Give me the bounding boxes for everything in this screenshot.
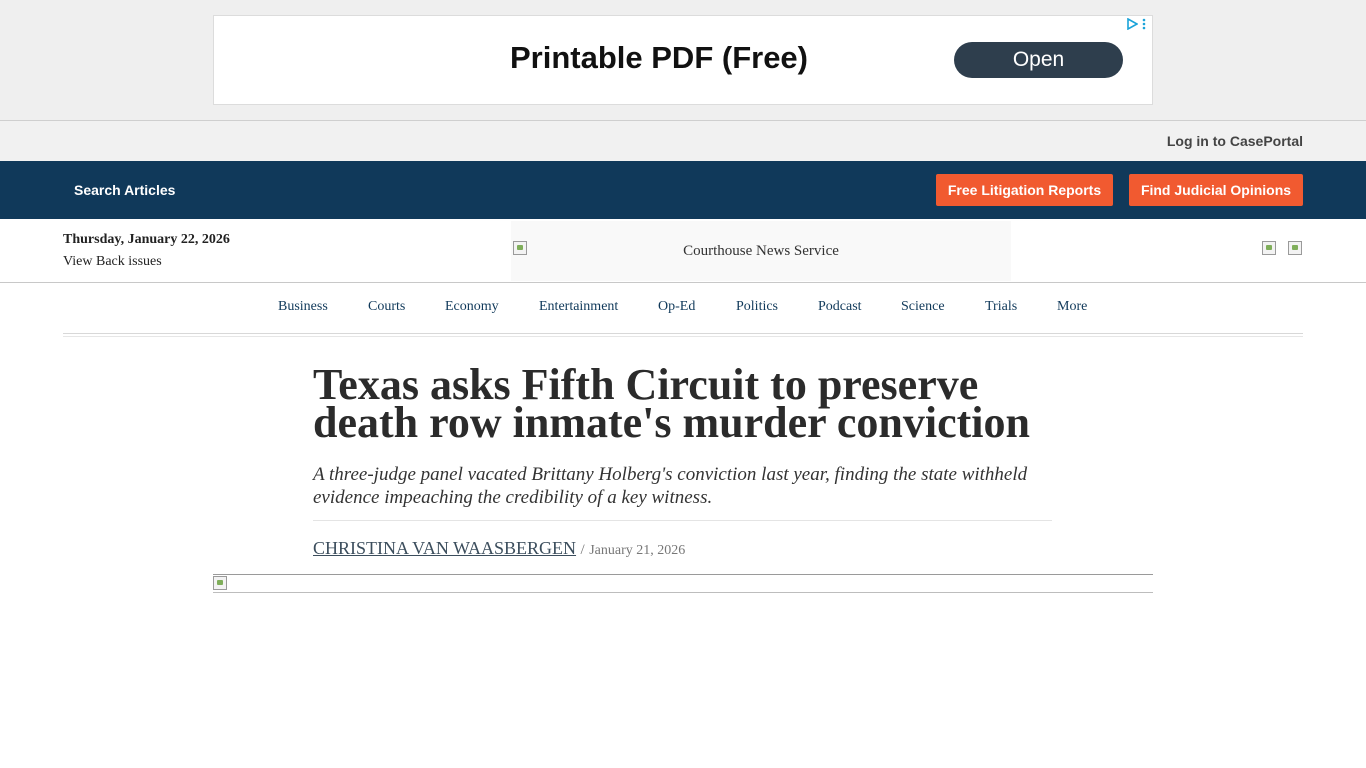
adchoice-play-icon[interactable]: [1126, 18, 1138, 30]
current-date: Thursday, January 22, 2026: [63, 232, 230, 247]
nav-item-trials[interactable]: Trials: [985, 299, 1017, 315]
main-navbar: Search Articles Free Litigation Reports …: [0, 161, 1366, 219]
ad-box[interactable]: Printable PDF (Free) Open: [213, 15, 1153, 105]
search-articles-link[interactable]: Search Articles: [74, 182, 175, 198]
nav-item-politics[interactable]: Politics: [736, 299, 778, 315]
social-icon-2[interactable]: [1288, 241, 1302, 255]
article-headline: Texas asks Fifth Circuit to preserve dea…: [313, 360, 1030, 447]
broken-image-icon: [513, 241, 527, 255]
masthead: Thursday, January 22, 2026 View Back iss…: [0, 219, 1366, 283]
social-icon-1[interactable]: [1262, 241, 1276, 255]
ad-headline[interactable]: Printable PDF (Free): [510, 40, 808, 76]
publish-date: January 21, 2026: [589, 543, 686, 558]
nav-item-science[interactable]: Science: [901, 299, 945, 315]
nav-item-economy[interactable]: Economy: [445, 299, 499, 315]
logo-alt-text: Courthouse News Service: [683, 242, 839, 259]
ad-banner-area: Printable PDF (Free) Open: [0, 0, 1366, 121]
nav-item-entertainment[interactable]: Entertainment: [539, 299, 618, 315]
sections-nav: Business Courts Economy Entertainment Op…: [63, 283, 1303, 334]
nav-item-courts[interactable]: Courts: [368, 299, 405, 315]
find-judicial-opinions-button[interactable]: Find Judicial Opinions: [1129, 174, 1303, 206]
top-utility-bar: Log in to CasePortal: [0, 121, 1366, 161]
nav-item-podcast[interactable]: Podcast: [818, 299, 862, 315]
article-hero-image: [213, 574, 1153, 593]
free-litigation-reports-button[interactable]: Free Litigation Reports: [936, 174, 1113, 206]
divider: [313, 520, 1052, 521]
byline: CHRISTINA VAN WAASBERGEN / January 21, 2…: [313, 538, 685, 559]
article-subhead: A three-judge panel vacated Brittany Hol…: [313, 464, 1028, 508]
divider: [63, 336, 1303, 337]
back-issues-link[interactable]: View Back issues: [63, 254, 162, 270]
nav-item-more[interactable]: More: [1057, 299, 1087, 315]
kebab-menu-icon[interactable]: [1142, 18, 1146, 30]
ad-choices[interactable]: [1126, 18, 1146, 30]
nav-item-business[interactable]: Business: [278, 299, 328, 315]
login-link[interactable]: Log in to CasePortal: [1167, 133, 1303, 149]
nav-item-op-ed[interactable]: Op-Ed: [658, 299, 695, 315]
author-link[interactable]: CHRISTINA VAN WAASBERGEN: [313, 538, 576, 558]
site-logo[interactable]: Courthouse News Service: [511, 221, 1011, 281]
broken-image-icon: [213, 576, 227, 590]
byline-separator: /: [580, 542, 585, 558]
ad-open-button[interactable]: Open: [954, 42, 1123, 78]
